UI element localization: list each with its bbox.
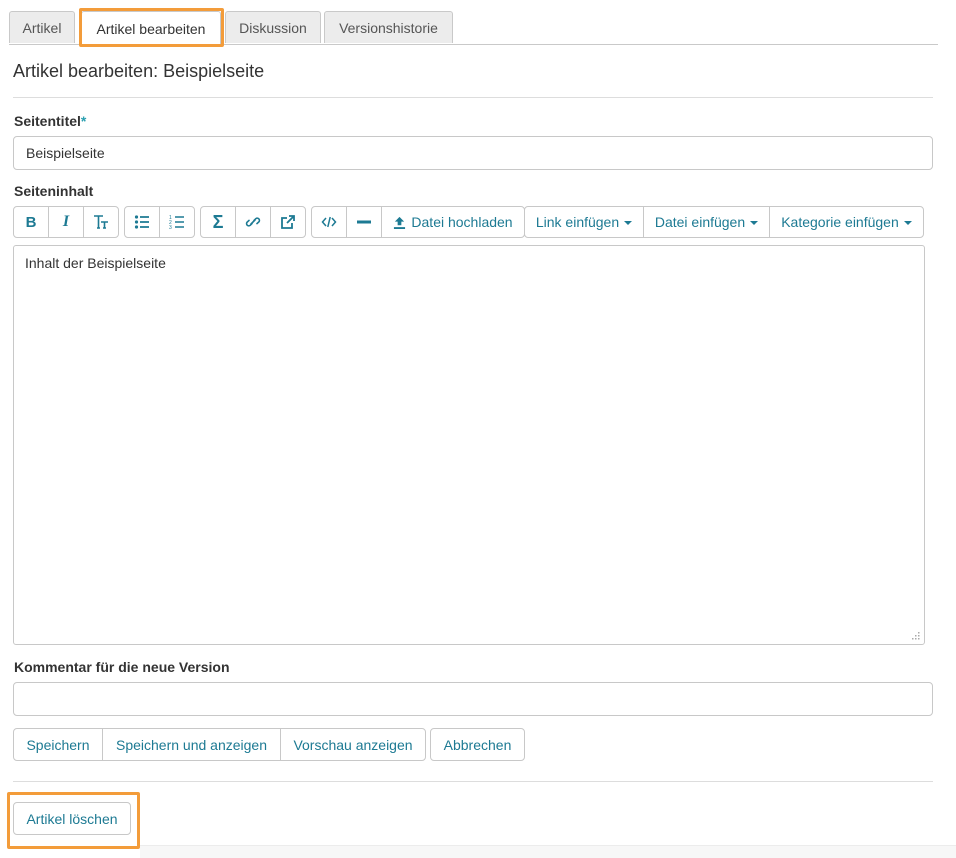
cancel-button[interactable]: Abbrechen: [430, 728, 525, 761]
code-button[interactable]: [311, 206, 347, 238]
numbered-list-button[interactable]: 123: [159, 206, 195, 238]
divider: [13, 781, 933, 782]
link-icon: [245, 217, 261, 227]
upload-icon: [394, 216, 406, 229]
code-icon: [321, 216, 337, 228]
delete-article-label: Artikel löschen: [26, 810, 118, 827]
heading-button[interactable]: [83, 206, 119, 238]
heading-icon: [94, 215, 108, 229]
preview-button[interactable]: Vorschau anzeigen: [280, 728, 426, 761]
tab-label: Artikel bearbeiten: [96, 20, 206, 37]
link-insert-dropdown[interactable]: Link einfügen: [524, 206, 644, 238]
divider: [13, 97, 933, 98]
tab-versionshistorie[interactable]: Versionshistorie: [324, 11, 453, 43]
tab-label: Artikel: [22, 19, 62, 36]
bold-icon: B: [25, 213, 37, 231]
comment-field-label: Kommentar für die neue Version: [14, 659, 230, 675]
link-insert-label: Link einfügen: [535, 214, 620, 230]
upload-file-button[interactable]: Datei hochladen: [381, 206, 525, 238]
sigma-icon: Σ: [212, 211, 224, 232]
bullet-list-button[interactable]: [124, 206, 160, 238]
resize-grip-icon[interactable]: [911, 631, 921, 641]
category-insert-label: Kategorie einfügen: [781, 214, 899, 230]
bullet-list-icon: [134, 215, 149, 229]
tab-artikel[interactable]: Artikel: [9, 11, 75, 43]
content-field-label: Seiteninhalt: [14, 183, 94, 199]
italic-icon: I: [62, 213, 70, 230]
required-marker: *: [80, 113, 87, 129]
insert-link-button[interactable]: [235, 206, 271, 238]
save-button[interactable]: Speichern: [13, 728, 103, 761]
numbered-list-icon: 123: [169, 215, 184, 230]
cancel-label: Abbrechen: [443, 736, 512, 753]
tab-label: Diskussion: [239, 19, 307, 36]
footer-strip: [140, 845, 956, 858]
content-editor[interactable]: Inhalt der Beispielseite: [13, 245, 925, 645]
tab-diskussion[interactable]: Diskussion: [225, 11, 321, 43]
external-link-button[interactable]: [270, 206, 306, 238]
title-input[interactable]: [13, 136, 933, 170]
save-label: Speichern: [26, 736, 90, 753]
save-and-view-label: Speichern und anzeigen: [115, 736, 267, 753]
comment-input[interactable]: [13, 682, 933, 716]
page-title: Artikel bearbeiten: Beispielseite: [13, 61, 265, 81]
title-label-text: Seitentitel: [14, 113, 81, 129]
upload-label: Datei hochladen: [411, 214, 513, 230]
file-insert-label: Datei einfügen: [654, 214, 746, 230]
italic-button[interactable]: I: [48, 206, 84, 238]
delete-article-button[interactable]: Artikel löschen: [13, 802, 131, 835]
save-and-view-button[interactable]: Speichern und anzeigen: [102, 728, 281, 761]
caret-down-icon: [624, 221, 633, 225]
preview-label: Vorschau anzeigen: [293, 736, 413, 753]
tab-artikel-bearbeiten[interactable]: Artikel bearbeiten: [81, 11, 221, 45]
external-link-icon: [281, 215, 295, 229]
caret-down-icon: [750, 221, 759, 225]
tab-label: Versionshistorie: [339, 19, 438, 36]
title-field-label: Seitentitel*: [14, 113, 86, 129]
category-insert-dropdown[interactable]: Kategorie einfügen: [769, 206, 924, 238]
tab-bar: Artikel Artikel bearbeiten Diskussion Ve…: [9, 10, 938, 45]
svg-text:3: 3: [169, 225, 172, 230]
formula-button[interactable]: Σ: [200, 206, 236, 238]
horizontal-rule-icon: [357, 220, 371, 224]
bold-button[interactable]: B: [13, 206, 49, 238]
horizontal-rule-button[interactable]: [346, 206, 382, 238]
file-insert-dropdown[interactable]: Datei einfügen: [643, 206, 770, 238]
caret-down-icon: [903, 221, 912, 225]
